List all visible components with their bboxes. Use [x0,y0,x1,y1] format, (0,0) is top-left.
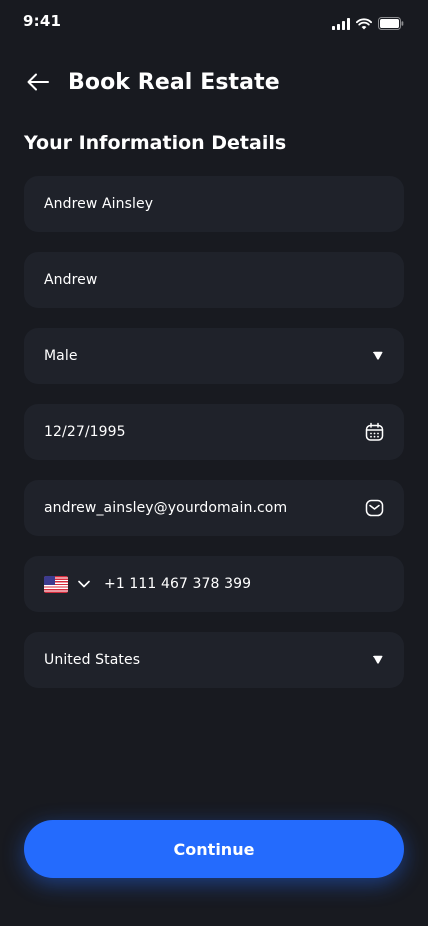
arrow-left-icon [27,73,49,95]
gender-value: Male [44,348,78,364]
full-name-field[interactable]: Andrew Ainsley [24,176,404,232]
nickname-field[interactable]: Andrew [24,252,404,308]
section-title: Your Information Details [24,132,287,154]
header: Book Real Estate [0,62,428,106]
caret-down-icon [372,351,384,361]
continue-label: Continue [173,839,255,859]
cellular-signal-icon [332,15,350,34]
calendar-icon[interactable] [365,422,384,442]
message-icon [365,499,384,517]
email-field[interactable]: andrew_ainsley@yourdomain.com [24,480,404,536]
full-name-value: Andrew Ainsley [44,196,154,212]
continue-button[interactable]: Continue [24,820,404,878]
battery-icon [378,15,404,34]
us-flag-icon[interactable] [44,575,68,593]
status-time: 9:41 [23,12,62,30]
chevron-down-icon[interactable] [78,580,90,588]
phone-value: +1 111 467 378 399 [104,576,252,592]
gender-select[interactable]: Male [24,328,404,384]
nickname-value: Andrew [44,272,98,288]
status-bar: 9:41 [0,0,428,44]
wifi-icon [356,15,372,34]
phone-field[interactable]: +1 111 467 378 399 [24,556,404,612]
caret-down-icon [372,655,384,665]
country-select[interactable]: United States [24,632,404,688]
date-of-birth-field[interactable]: 12/27/1995 [24,404,404,460]
page-title: Book Real Estate [68,70,280,95]
back-button[interactable] [24,72,52,96]
email-value: andrew_ainsley@yourdomain.com [44,500,288,516]
date-of-birth-value: 12/27/1995 [44,424,126,440]
status-icons [332,15,404,34]
country-value: United States [44,652,141,668]
